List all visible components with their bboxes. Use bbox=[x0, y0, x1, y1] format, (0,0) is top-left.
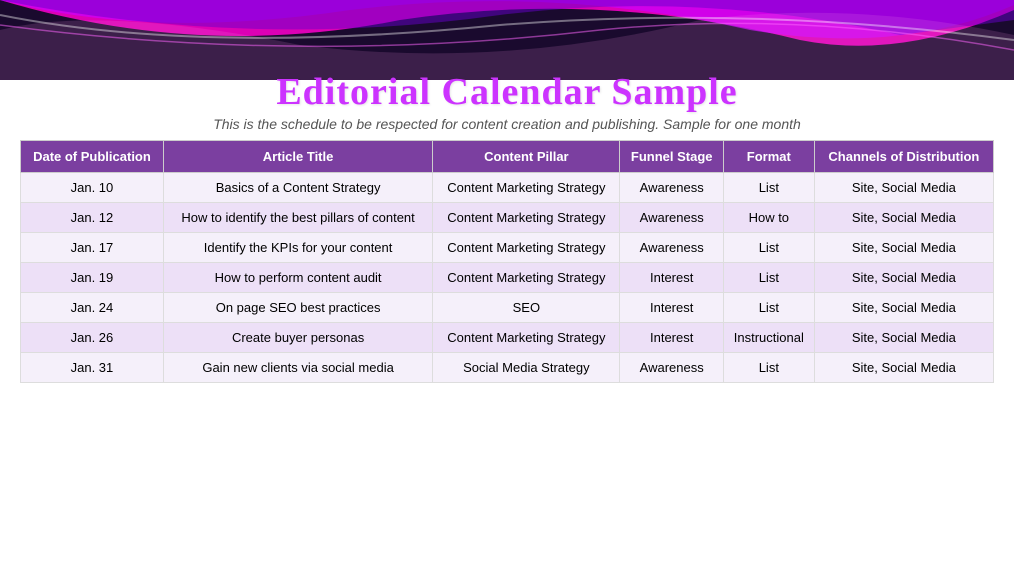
cell-title: On page SEO best practices bbox=[163, 293, 432, 323]
cell-format: How to bbox=[723, 203, 814, 233]
cell-funnel: Interest bbox=[620, 263, 723, 293]
cell-date: Jan. 19 bbox=[21, 263, 164, 293]
cell-title: How to perform content audit bbox=[163, 263, 432, 293]
table-row: Jan. 19How to perform content auditConte… bbox=[21, 263, 994, 293]
cell-format: List bbox=[723, 263, 814, 293]
cell-pillar: Social Media Strategy bbox=[433, 353, 620, 383]
main-content: Editorial Calendar Sample This is the sc… bbox=[0, 0, 1014, 393]
cell-channels: Site, Social Media bbox=[814, 293, 993, 323]
cell-pillar: Content Marketing Strategy bbox=[433, 233, 620, 263]
table-header-row: Date of Publication Article Title Conten… bbox=[21, 141, 994, 173]
cell-date: Jan. 31 bbox=[21, 353, 164, 383]
cell-pillar: Content Marketing Strategy bbox=[433, 173, 620, 203]
col-header-format: Format bbox=[723, 141, 814, 173]
cell-funnel: Interest bbox=[620, 323, 723, 353]
table-row: Jan. 26Create buyer personasContent Mark… bbox=[21, 323, 994, 353]
cell-date: Jan. 17 bbox=[21, 233, 164, 263]
col-header-channels: Channels of Distribution bbox=[814, 141, 993, 173]
cell-pillar: SEO bbox=[433, 293, 620, 323]
table-row: Jan. 24On page SEO best practicesSEOInte… bbox=[21, 293, 994, 323]
cell-format: List bbox=[723, 293, 814, 323]
cell-channels: Site, Social Media bbox=[814, 323, 993, 353]
cell-title: Identify the KPIs for your content bbox=[163, 233, 432, 263]
cell-pillar: Content Marketing Strategy bbox=[433, 263, 620, 293]
editorial-calendar-table: Date of Publication Article Title Conten… bbox=[20, 140, 994, 383]
cell-format: Instructional bbox=[723, 323, 814, 353]
cell-funnel: Awareness bbox=[620, 233, 723, 263]
cell-date: Jan. 24 bbox=[21, 293, 164, 323]
table-row: Jan. 10Basics of a Content StrategyConte… bbox=[21, 173, 994, 203]
cell-pillar: Content Marketing Strategy bbox=[433, 323, 620, 353]
cell-format: List bbox=[723, 233, 814, 263]
col-header-title: Article Title bbox=[163, 141, 432, 173]
col-header-date: Date of Publication bbox=[21, 141, 164, 173]
cell-funnel: Awareness bbox=[620, 203, 723, 233]
cell-title: Gain new clients via social media bbox=[163, 353, 432, 383]
cell-funnel: Interest bbox=[620, 293, 723, 323]
cell-format: List bbox=[723, 173, 814, 203]
col-header-funnel: Funnel Stage bbox=[620, 141, 723, 173]
table-row: Jan. 17Identify the KPIs for your conten… bbox=[21, 233, 994, 263]
cell-channels: Site, Social Media bbox=[814, 173, 993, 203]
cell-funnel: Awareness bbox=[620, 173, 723, 203]
cell-channels: Site, Social Media bbox=[814, 263, 993, 293]
table-row: Jan. 31Gain new clients via social media… bbox=[21, 353, 994, 383]
cell-date: Jan. 26 bbox=[21, 323, 164, 353]
page-title: Editorial Calendar Sample bbox=[20, 70, 994, 114]
cell-pillar: Content Marketing Strategy bbox=[433, 203, 620, 233]
table-row: Jan. 12How to identify the best pillars … bbox=[21, 203, 994, 233]
title-section: Editorial Calendar Sample This is the sc… bbox=[20, 0, 994, 132]
cell-funnel: Awareness bbox=[620, 353, 723, 383]
col-header-pillar: Content Pillar bbox=[433, 141, 620, 173]
cell-date: Jan. 10 bbox=[21, 173, 164, 203]
cell-channels: Site, Social Media bbox=[814, 203, 993, 233]
page-subtitle: This is the schedule to be respected for… bbox=[20, 116, 994, 132]
cell-format: List bbox=[723, 353, 814, 383]
cell-title: How to identify the best pillars of cont… bbox=[163, 203, 432, 233]
cell-title: Create buyer personas bbox=[163, 323, 432, 353]
cell-channels: Site, Social Media bbox=[814, 233, 993, 263]
cell-date: Jan. 12 bbox=[21, 203, 164, 233]
cell-channels: Site, Social Media bbox=[814, 353, 993, 383]
cell-title: Basics of a Content Strategy bbox=[163, 173, 432, 203]
